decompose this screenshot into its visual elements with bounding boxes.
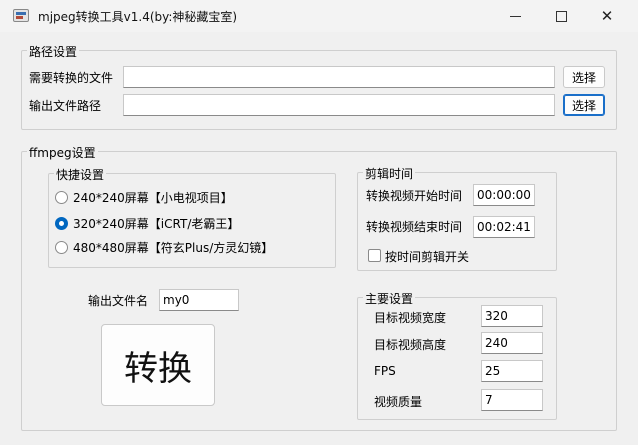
close-icon: ✕ <box>600 7 614 25</box>
main-settings-title: 主要设置 <box>363 290 416 307</box>
fps-label: FPS <box>374 364 396 378</box>
path-settings-group <box>21 50 617 130</box>
path-settings-title: 路径设置 <box>27 43 80 60</box>
end-time-label: 转换视频结束时间 <box>366 220 463 234</box>
convert-button[interactable]: 转换 <box>101 324 215 406</box>
start-time-field[interactable]: 00:00:00 <box>473 184 535 206</box>
trim-toggle-checkbox[interactable] <box>368 249 381 262</box>
output-path-field[interactable] <box>123 94 555 116</box>
app-icon <box>13 9 29 22</box>
quality-label: 视频质量 <box>374 395 423 409</box>
output-path-label: 输出文件路径 <box>29 99 102 113</box>
window-title: mjpeg转换工具v1.4(by:神秘藏宝室) <box>38 10 238 24</box>
end-time-field[interactable]: 00:02:41 <box>473 216 535 238</box>
ffmpeg-settings-title: ffmpeg设置 <box>27 144 98 161</box>
preset-480-label: 480*480屏幕【符玄Plus/方灵幻镜】 <box>73 241 274 255</box>
preset-320-label: 320*240屏幕【iCRT/老霸王】 <box>73 217 240 231</box>
fps-field[interactable]: 25 <box>481 360 543 382</box>
title-bar: mjpeg转换工具v1.4(by:神秘藏宝室) ✕ <box>0 0 638 32</box>
target-width-label: 目标视频宽度 <box>374 311 447 325</box>
trim-toggle-label: 按时间剪辑开关 <box>385 250 470 264</box>
preset-320-radio[interactable] <box>55 217 68 230</box>
minimize-button[interactable] <box>492 0 538 32</box>
minimize-icon <box>509 15 521 17</box>
input-file-label: 需要转换的文件 <box>29 71 114 85</box>
close-button[interactable]: ✕ <box>584 0 630 32</box>
start-time-label: 转换视频开始时间 <box>366 189 463 203</box>
input-browse-button[interactable]: 选择 <box>563 66 605 88</box>
target-height-field[interactable]: 240 <box>481 332 543 354</box>
output-browse-button[interactable]: 选择 <box>563 94 605 116</box>
maximize-icon <box>555 10 567 22</box>
input-file-field[interactable] <box>123 66 555 88</box>
output-name-label: 输出文件名 <box>88 294 149 308</box>
target-width-field[interactable]: 320 <box>481 305 543 327</box>
target-height-label: 目标视频高度 <box>374 338 447 352</box>
output-name-field[interactable]: my0 <box>159 289 239 311</box>
maximize-button[interactable] <box>538 0 584 32</box>
preset-480-radio[interactable] <box>55 241 68 254</box>
quality-field[interactable]: 7 <box>481 389 543 411</box>
presets-title: 快捷设置 <box>54 166 107 183</box>
preset-240-label: 240*240屏幕【小电视项目】 <box>73 191 233 205</box>
preset-240-radio[interactable] <box>55 191 68 204</box>
trim-title: 剪辑时间 <box>363 165 416 182</box>
